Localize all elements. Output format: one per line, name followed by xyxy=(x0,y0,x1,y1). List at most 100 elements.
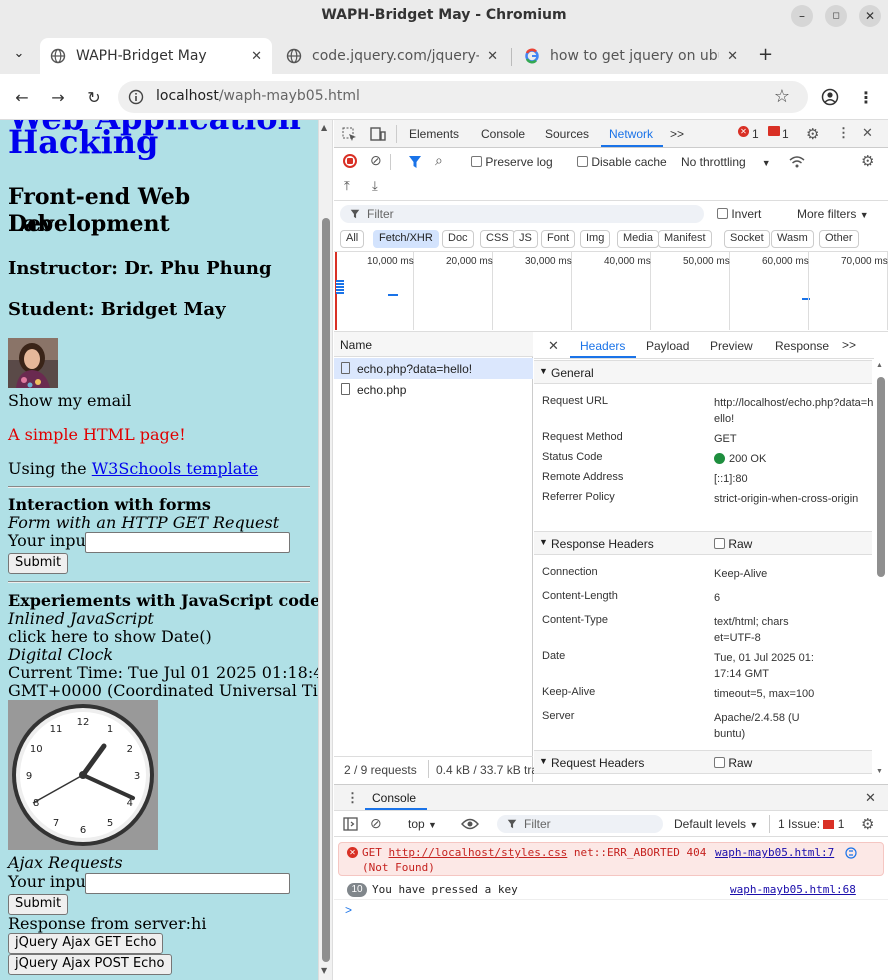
request-row[interactable]: echo.php?data=hello! xyxy=(334,358,533,379)
error-url-link[interactable]: http://localhost/styles.css xyxy=(389,846,568,859)
log-source-link[interactable]: waph-mayb05.html:68 xyxy=(730,883,856,896)
device-toolbar-icon[interactable] xyxy=(370,127,386,142)
bookmark-star-icon[interactable]: ☆ xyxy=(774,86,790,107)
close-tab-icon[interactable]: ✕ xyxy=(487,49,498,64)
more-filters-button[interactable]: More filters ▼ xyxy=(797,207,869,221)
back-button[interactable]: ← xyxy=(10,85,34,109)
raw-checkbox[interactable]: Raw xyxy=(714,537,752,551)
scroll-down-icon[interactable]: ▼ xyxy=(321,966,327,975)
close-tab-icon[interactable]: ✕ xyxy=(727,49,738,64)
general-section-header[interactable]: ▼ General xyxy=(534,360,872,384)
browser-menu-button[interactable]: ⋮ xyxy=(854,85,878,109)
filter-funnel-icon[interactable] xyxy=(408,155,422,169)
new-tab-button[interactable]: + xyxy=(758,44,773,65)
type-filter-chip[interactable]: Media xyxy=(617,230,659,248)
show-date-clickable[interactable]: click here to show Date() xyxy=(8,628,212,646)
preserve-log-checkbox[interactable]: Preserve log xyxy=(471,155,553,169)
network-settings-icon[interactable]: ⚙ xyxy=(861,152,874,170)
devtools-tab-sources[interactable]: Sources xyxy=(545,127,589,141)
error-source-link[interactable]: waph-mayb05.html:7 xyxy=(715,846,834,859)
disable-cache-checkbox[interactable]: Disable cache xyxy=(577,155,667,169)
type-filter-chip[interactable]: JS xyxy=(513,230,538,248)
type-filter-chip[interactable]: Doc xyxy=(442,230,474,248)
minimize-button[interactable]: – xyxy=(791,5,813,27)
tab-jquery[interactable]: code.jquery.com/jquery-3 ✕ xyxy=(276,38,508,74)
record-icon[interactable] xyxy=(343,154,357,168)
scroll-up-icon[interactable]: ▲ xyxy=(321,123,327,132)
import-har-icon[interactable]: ⤒ xyxy=(344,178,350,194)
console-filter-input[interactable]: Filter xyxy=(497,815,663,833)
issues-button[interactable]: 1 Issue: 1 xyxy=(778,817,844,831)
sidebar-toggle-icon[interactable] xyxy=(343,817,358,831)
forward-button[interactable]: → xyxy=(46,85,70,109)
tab-search-button[interactable]: ⌄ xyxy=(10,44,28,62)
type-filter-chip[interactable]: All xyxy=(340,230,365,248)
type-filter-chip[interactable]: Manifest xyxy=(658,230,712,248)
jquery-post-button[interactable]: jQuery Ajax POST Echo xyxy=(8,954,172,975)
tab-google-search[interactable]: how to get jquery on ubu ✕ xyxy=(514,38,748,74)
scrollbar-thumb[interactable] xyxy=(877,377,885,577)
type-filter-chip[interactable]: Fetch/XHR xyxy=(373,230,439,248)
detail-tab-response[interactable]: Response xyxy=(775,339,829,353)
type-filter-chip[interactable]: Wasm xyxy=(771,230,814,248)
jquery-get-button[interactable]: jQuery Ajax GET Echo xyxy=(8,933,164,954)
close-tab-icon[interactable]: ✕ xyxy=(251,49,262,64)
detail-tab-payload[interactable]: Payload xyxy=(646,339,689,353)
request-headers-section-header[interactable]: ▼ Request Headers Raw xyxy=(534,750,872,774)
ajax-input-field[interactable] xyxy=(85,873,290,894)
reload-button[interactable]: ↻ xyxy=(82,85,106,109)
invert-checkbox[interactable]: Invert xyxy=(717,207,761,221)
context-select[interactable]: top ▼ xyxy=(408,817,437,831)
detail-scrollbar[interactable]: ▲ ▼ xyxy=(874,332,888,782)
inspect-element-icon[interactable] xyxy=(342,127,357,142)
close-devtools-icon[interactable]: ✕ xyxy=(862,125,873,141)
more-tabs-button[interactable]: >> xyxy=(670,127,684,141)
type-filter-chip[interactable]: Other xyxy=(819,230,859,248)
scrollbar-thumb[interactable] xyxy=(322,218,330,962)
devtools-tab-network[interactable]: Network xyxy=(609,127,653,141)
console-settings-icon[interactable]: ⚙ xyxy=(861,815,874,833)
clear-icon[interactable]: ⊘ xyxy=(370,152,382,169)
close-drawer-icon[interactable]: ✕ xyxy=(865,790,876,806)
error-count[interactable]: 1 xyxy=(752,127,759,141)
devtools-tab-console[interactable]: Console xyxy=(481,127,525,141)
export-har-icon[interactable]: ⤓ xyxy=(372,178,378,194)
type-filter-chip[interactable]: CSS xyxy=(480,230,515,248)
devtools-tab-elements[interactable]: Elements xyxy=(409,127,459,141)
raw-checkbox[interactable]: Raw xyxy=(714,756,752,770)
console-prompt-icon[interactable]: > xyxy=(345,903,352,917)
type-filter-chip[interactable]: Font xyxy=(541,230,576,248)
form-submit-button[interactable]: Submit xyxy=(8,553,69,574)
network-conditions-icon[interactable] xyxy=(789,155,805,169)
profile-button[interactable] xyxy=(818,85,842,109)
drawer-tab-console[interactable]: Console xyxy=(372,791,416,805)
site-info-icon[interactable] xyxy=(128,89,144,105)
type-filter-chip[interactable]: Img xyxy=(580,230,611,248)
live-expression-eye-icon[interactable] xyxy=(461,818,479,830)
form-input-field[interactable] xyxy=(85,532,290,553)
network-filter-input[interactable]: Filter xyxy=(340,205,704,223)
response-headers-section-header[interactable]: ▼ Response Headers Raw xyxy=(534,531,872,555)
devtools-menu-icon[interactable]: ⋮ xyxy=(837,125,850,141)
search-icon[interactable]: ⌕ xyxy=(435,152,443,169)
throttling-select[interactable]: No throttling ▼ xyxy=(681,155,771,169)
type-filter-chip[interactable]: Socket xyxy=(724,230,770,248)
clear-console-icon[interactable]: ⊘ xyxy=(370,815,382,832)
close-detail-icon[interactable]: ✕ xyxy=(548,338,559,354)
detail-tab-headers[interactable]: Headers xyxy=(580,339,625,353)
request-row[interactable]: echo.php xyxy=(334,379,533,400)
ajax-submit-button[interactable]: Submit xyxy=(8,894,69,915)
w3schools-link[interactable]: W3Schools template xyxy=(92,459,258,478)
address-bar[interactable]: localhost/waph-mayb05.html ☆ xyxy=(118,81,808,113)
detail-tab-preview[interactable]: Preview xyxy=(710,339,753,353)
more-detail-tabs-icon[interactable]: >> xyxy=(842,338,856,352)
close-window-button[interactable]: ✕ xyxy=(859,5,881,27)
network-request-icon[interactable] xyxy=(845,847,857,859)
page-scrollbar[interactable]: ▲ ▼ xyxy=(318,120,333,980)
name-column-header[interactable]: Name xyxy=(340,338,372,352)
maximize-button[interactable]: ◻ xyxy=(825,5,847,27)
settings-gear-icon[interactable]: ⚙ xyxy=(806,125,819,143)
log-levels-select[interactable]: Default levels ▼ xyxy=(674,817,758,831)
tab-waph[interactable]: WAPH-Bridget May ✕ xyxy=(40,38,272,74)
issue-count[interactable]: 1 xyxy=(782,127,789,141)
